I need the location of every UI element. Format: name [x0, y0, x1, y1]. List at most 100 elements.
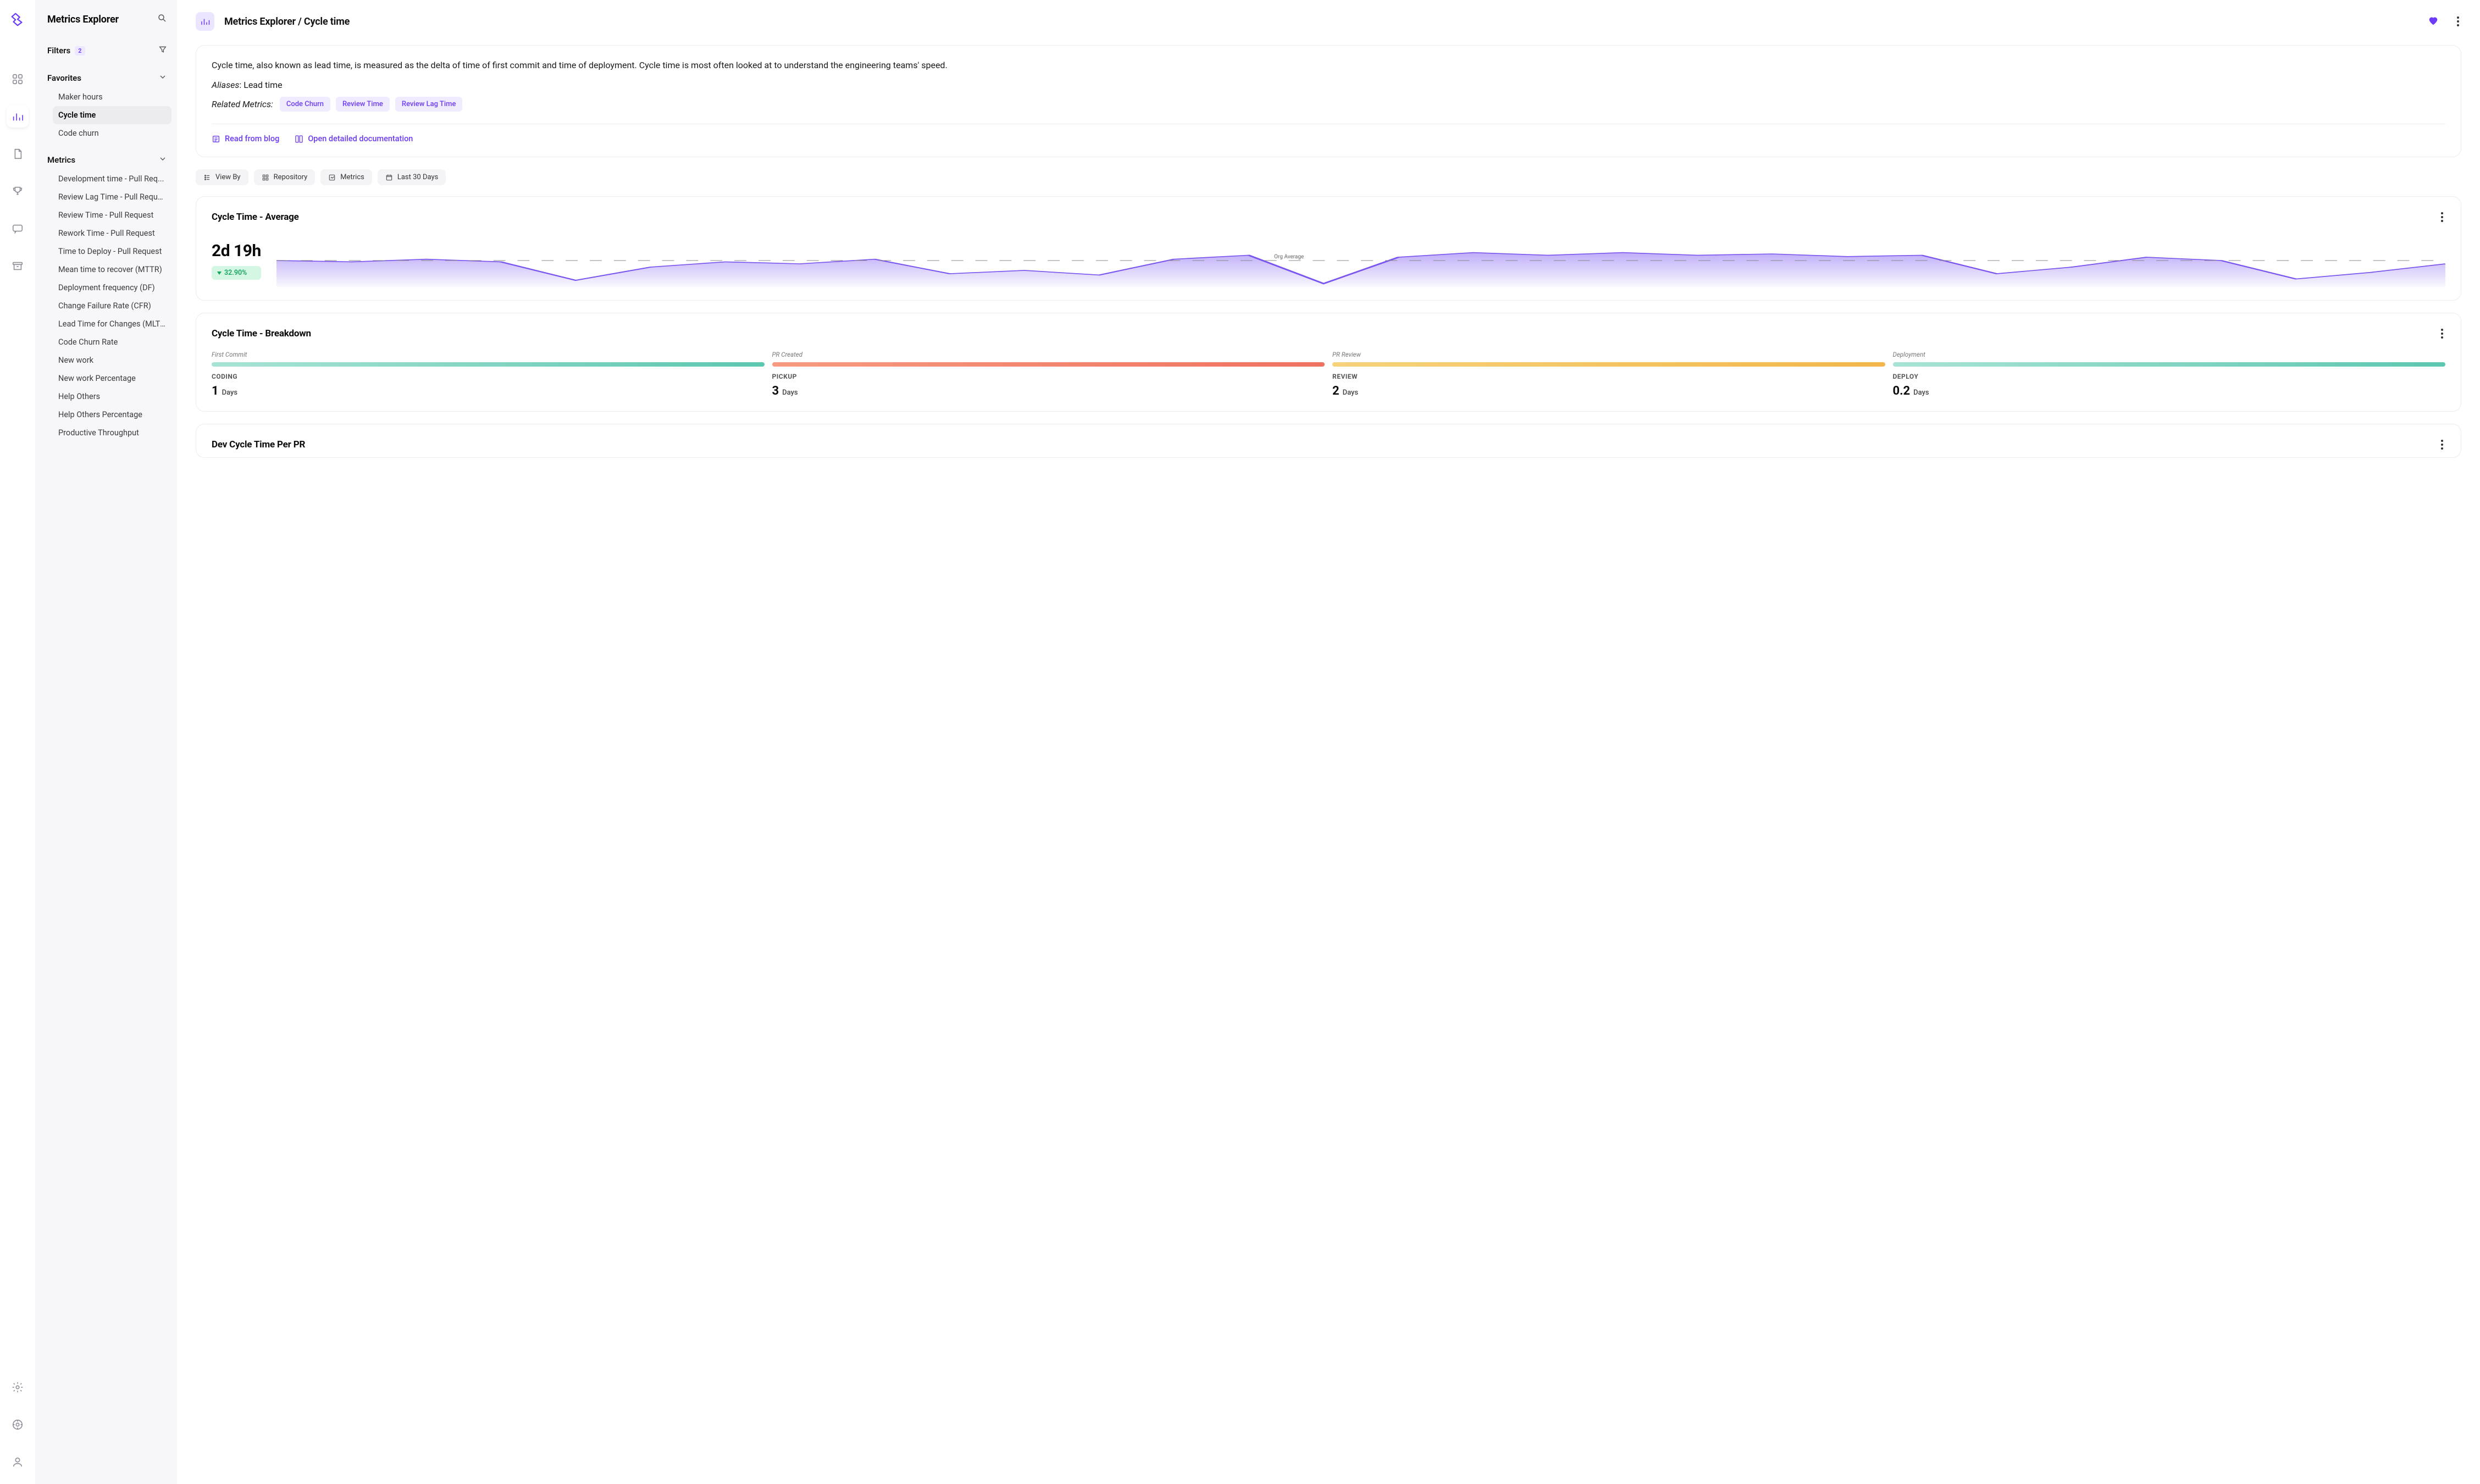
sidebar-item[interactable]: New work Percentage [53, 369, 171, 387]
related-row: Related Metrics: Code Churn Review Time Re… [212, 97, 2445, 112]
sidebar-title: Metrics Explorer [47, 14, 119, 25]
favorites-label: Favorites [47, 73, 81, 83]
stage-label: PR Created [772, 351, 1325, 358]
stage-label: First Commit [212, 351, 765, 358]
nav-chat-icon[interactable] [7, 218, 29, 240]
breadcrumb: Metrics Explorer / Cycle time [224, 16, 350, 27]
phase-label: DEPLOY [1893, 373, 2446, 380]
sidebar-item[interactable]: Deployment frequency (DF) [53, 279, 171, 297]
breakdown-stage: First Commit CODING 1Days [212, 351, 765, 398]
stage-value: 1 [212, 384, 219, 398]
nav-documents-icon[interactable] [7, 143, 29, 165]
sidebar-item[interactable]: Review Lag Time - Pull Request [53, 188, 171, 206]
per-pr-card-title: Dev Cycle Time Per PR [212, 439, 305, 450]
filters-label: Filters [47, 46, 70, 56]
nav-archive-icon[interactable] [7, 255, 29, 277]
search-icon[interactable] [157, 13, 167, 25]
app-logo[interactable] [9, 11, 26, 30]
favorites-section-header[interactable]: Favorites [47, 68, 171, 88]
metric-description: Cycle time, also known as lead time, is … [212, 59, 2445, 72]
related-metric-chip[interactable]: Code Churn [280, 97, 330, 112]
stage-unit: Days [222, 389, 237, 397]
nav-metrics-icon[interactable] [7, 106, 29, 128]
sidebar-item[interactable]: Code Churn Rate [53, 333, 171, 351]
open-docs-link[interactable]: Open detailed documentation [295, 134, 413, 143]
breakdown-card-title: Cycle Time - Breakdown [212, 328, 311, 339]
metrics-section-header[interactable]: Metrics [47, 150, 171, 170]
phase-label: CODING [212, 373, 765, 380]
card-menu-icon[interactable] [2439, 210, 2445, 224]
favorite-heart-icon[interactable] [2427, 14, 2439, 29]
average-sparkline: Org Average [276, 234, 2445, 287]
icon-rail [0, 0, 35, 1484]
sidebar-item[interactable]: Help Others Percentage [53, 406, 171, 424]
phase-label: REVIEW [1332, 373, 1885, 380]
sidebar-item[interactable]: Mean time to recover (MTTR) [53, 261, 171, 279]
nav-settings-icon[interactable] [7, 1376, 29, 1398]
favorites-list: Maker hoursCycle timeCode churn [47, 88, 171, 142]
average-value: 2d 19h [212, 241, 261, 261]
stage-label: Deployment [1893, 351, 2446, 358]
chevron-down-icon [158, 73, 167, 84]
page-icon [196, 12, 214, 31]
sidebar-item[interactable]: Cycle time [53, 106, 171, 124]
stage-bar [772, 362, 1325, 367]
read-blog-link[interactable]: Read from blog [212, 134, 279, 143]
stage-value: 2 [1332, 384, 1339, 398]
view-by-button[interactable]: View By [196, 169, 248, 185]
stage-unit: Days [1913, 389, 1929, 397]
average-card-title: Cycle Time - Average [212, 212, 299, 223]
stage-value: 3 [772, 384, 779, 398]
sidebar-item[interactable]: Change Failure Rate (CFR) [53, 297, 171, 315]
stage-bar [212, 362, 765, 367]
average-card: Cycle Time - Average 2d 19h 32.90% Org A… [196, 196, 2461, 301]
sidebar-item[interactable]: Rework Time - Pull Request [53, 224, 171, 242]
breakdown-stage: PR ReviewREVIEW2Days [1332, 351, 1885, 398]
related-metric-chip[interactable]: Review Time [336, 97, 390, 112]
stage-value: 0.2 [1893, 384, 1911, 398]
repository-button[interactable]: Repository [254, 169, 315, 185]
stage-bar [1332, 362, 1885, 367]
nav-dashboard-icon[interactable] [7, 68, 29, 90]
sidebar-item[interactable]: Productive Throughput [53, 424, 171, 442]
card-menu-icon[interactable] [2439, 326, 2445, 341]
more-menu-icon[interactable] [2455, 14, 2461, 29]
caret-down-icon [217, 272, 222, 275]
sidebar-item[interactable]: Review Time - Pull Request [53, 206, 171, 224]
breakdown-stage: Deployment DEPLOY 0.2Days [1893, 351, 2446, 398]
info-card: Cycle time, also known as lead time, is … [196, 45, 2461, 157]
sidebar-item[interactable]: Maker hours [53, 88, 171, 106]
sidebar-item[interactable]: Code churn [53, 124, 171, 142]
filters-row[interactable]: Filters 2 [47, 41, 171, 60]
sidebar-item[interactable]: Development time - Pull Req... [53, 170, 171, 188]
phase-label: PICKUP [772, 373, 1325, 380]
main-content: Metrics Explorer / Cycle time Cycle time… [177, 0, 2480, 1484]
card-menu-icon[interactable] [2439, 438, 2445, 452]
nav-trophy-icon[interactable] [7, 180, 29, 202]
sidebar-item[interactable]: New work [53, 351, 171, 369]
date-range-button[interactable]: Last 30 Days [378, 169, 446, 185]
delta-badge: 32.90% [212, 266, 261, 280]
chevron-down-icon [158, 154, 167, 165]
main-header: Metrics Explorer / Cycle time [196, 0, 2461, 45]
nav-profile-icon[interactable] [7, 1451, 29, 1473]
sidebar: Metrics Explorer Filters 2 Favorites Mak… [35, 0, 177, 1484]
sidebar-item[interactable]: Time to Deploy - Pull Request [53, 242, 171, 261]
per-pr-card: Dev Cycle Time Per PR [196, 424, 2461, 458]
sidebar-item[interactable]: Lead Time for Changes (MLTC) [53, 315, 171, 333]
metrics-button[interactable]: Metrics [320, 169, 372, 185]
breakdown-card: Cycle Time - Breakdown First Commit CODIN… [196, 313, 2461, 412]
filter-icon [158, 45, 167, 56]
org-average-label: Org Average [1274, 254, 1304, 260]
filters-count-badge: 2 [75, 46, 85, 56]
metrics-list: Development time - Pull Req...Review Lag… [47, 170, 171, 442]
aliases-row: Aliases: Lead time [212, 80, 2445, 90]
related-label: Related Metrics: [212, 99, 273, 109]
related-metric-chip[interactable]: Review Lag Time [395, 97, 463, 112]
sidebar-item[interactable]: Help Others [53, 387, 171, 406]
stage-bar [1893, 362, 2446, 367]
view-toolbar: View By Repository Metrics Last 30 Days [196, 169, 2461, 185]
metrics-label: Metrics [47, 155, 75, 165]
nav-help-icon[interactable] [7, 1414, 29, 1436]
stage-unit: Days [1343, 389, 1358, 397]
